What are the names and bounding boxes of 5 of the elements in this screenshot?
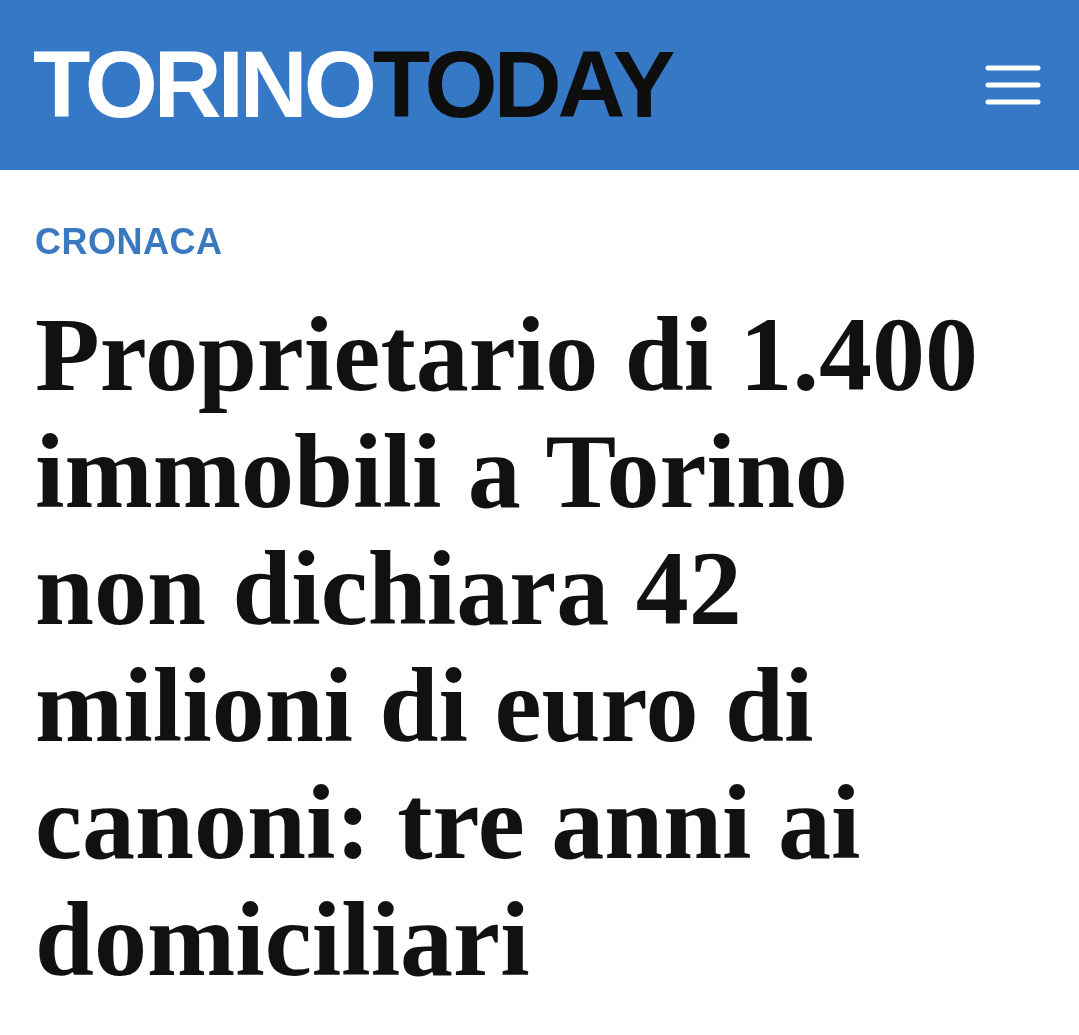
category-link[interactable]: CRONACA [35,222,223,262]
logo-text[interactable]: TODAY [372,38,672,132]
menu-icon[interactable] [985,65,1041,105]
article-headline: Proprietario di 1.400 immobili a Torino non dichiara 42 milioni di euro di canoni: tre anni ai domiciliari [35,295,980,998]
logo-text[interactable]: TORINO [33,38,373,132]
